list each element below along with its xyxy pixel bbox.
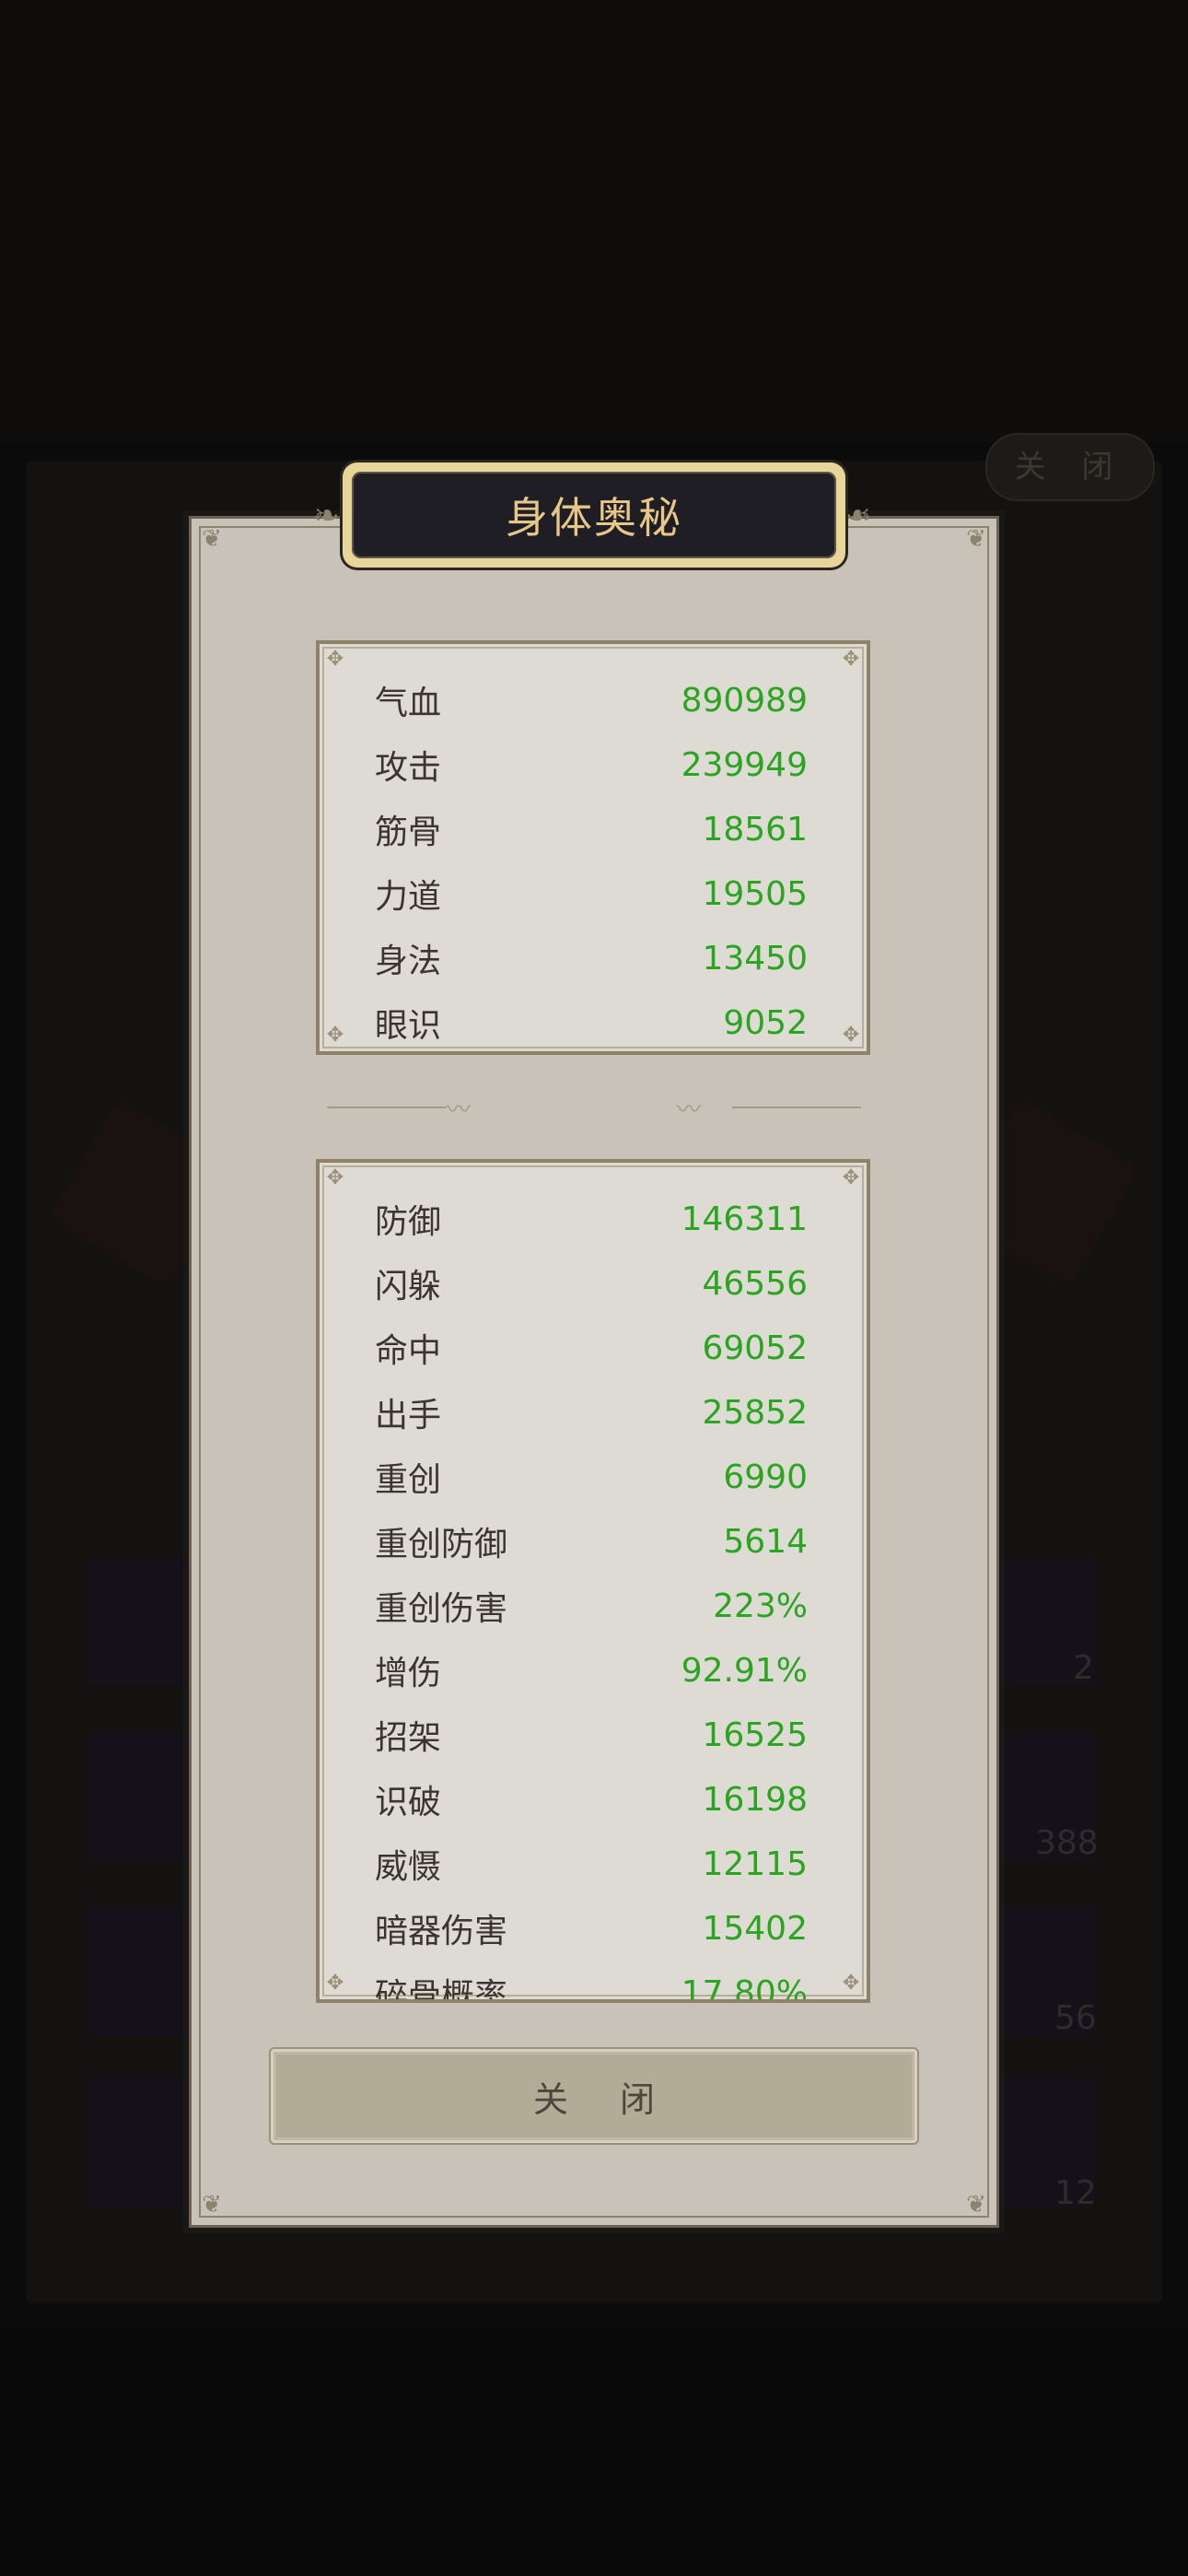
stat-value: 25852: [702, 1393, 808, 1432]
stat-name: 暗器伤害: [375, 1913, 508, 1950]
stat-row-critical-damage: 重创伤害 223%: [375, 1574, 808, 1638]
stat-value: 13450: [702, 939, 808, 978]
stat-row-agility: 身法 13450: [375, 926, 808, 990]
secondary-stats-scroll-panel[interactable]: ✥ ✥ ✥ ✥ 防御 146311 闪躲 46556 命中 69052 出手 2…: [316, 1159, 870, 2003]
stat-value: 9052: [723, 1003, 808, 1042]
stat-row-intimidate: 威慑 12115: [375, 1832, 808, 1896]
background-close-button: 关 闭: [985, 433, 1155, 501]
stat-value: 69052: [702, 1329, 808, 1367]
stat-name: 碎骨概率: [375, 1977, 508, 2003]
stat-name: 气血: [375, 685, 442, 722]
stat-name: 筋骨: [375, 814, 442, 851]
stat-value: 19505: [702, 874, 808, 913]
stat-row-insight: 眼识 9052: [375, 990, 808, 1055]
dialog-title: 身体奥秘: [506, 493, 682, 543]
stat-value: 890989: [681, 681, 808, 720]
title-wing-left-ornament: ❧: [313, 498, 340, 534]
close-button-label: 关 闭: [532, 2078, 676, 2120]
stat-row-strength: 力道 19505: [375, 861, 808, 926]
stat-value: 5614: [723, 1522, 808, 1561]
background-item-tile: [87, 2078, 198, 2207]
stat-row-damage-boost: 增伤 92.91%: [375, 1638, 808, 1703]
stat-row-accuracy: 命中 69052: [375, 1316, 808, 1380]
corner-ornament: ✥: [326, 648, 344, 671]
corner-ornament: ✥: [326, 1024, 344, 1047]
stat-name: 招架: [375, 1719, 442, 1757]
corner-ornament: ✥: [326, 1166, 344, 1189]
stat-name: 识破: [375, 1784, 442, 1821]
background-item-tile: [87, 1732, 198, 1861]
stat-name: 防御: [375, 1203, 442, 1241]
stat-name: 重创: [375, 1461, 442, 1499]
stat-name: 眼识: [375, 1007, 442, 1045]
stat-value: 146311: [681, 1200, 808, 1238]
stat-name: 出手: [375, 1397, 442, 1434]
stat-value: 223%: [713, 1587, 808, 1625]
stat-name: 攻击: [375, 749, 442, 787]
stat-name: 身法: [375, 943, 442, 980]
background-item-count: 56: [1054, 1999, 1097, 2037]
background-item-count: 388: [1035, 1824, 1099, 1862]
stat-name: 增伤: [375, 1655, 442, 1692]
background-item-tile: [87, 1907, 198, 2036]
background-item-count: 12: [1054, 2174, 1097, 2212]
corner-ornament: ✥: [842, 1972, 860, 1995]
corner-ornament: ❦: [966, 2191, 986, 2219]
stat-name: 力道: [375, 878, 442, 916]
corner-ornament: ❦: [966, 525, 986, 553]
stat-row-see-through: 识破 16198: [375, 1767, 808, 1832]
close-button[interactable]: 关 闭: [271, 2049, 917, 2143]
stat-name: 威慑: [375, 1848, 442, 1886]
stat-value: 15402: [702, 1909, 808, 1948]
stat-value: 17.80%: [681, 1973, 808, 2003]
corner-ornament: ❦: [202, 525, 222, 553]
stat-name: 命中: [375, 1332, 442, 1370]
stat-row-hp: 气血 890989: [375, 668, 808, 732]
stat-value: 239949: [681, 745, 808, 784]
dialog-title-plate: 身体奥秘: [343, 463, 845, 568]
stat-value: 16198: [702, 1780, 808, 1819]
stat-row-constitution: 筋骨 18561: [375, 797, 808, 861]
stat-value: 46556: [702, 1264, 808, 1303]
background-header: [0, 0, 1188, 442]
background-item-count: 2: [1073, 1649, 1094, 1687]
background-bottom-bar: [0, 2322, 1188, 2576]
stat-row-parry: 招架 16525: [375, 1703, 808, 1767]
corner-ornament: ✥: [326, 1972, 344, 1995]
stat-row-attack: 攻击 239949: [375, 732, 808, 797]
stat-value: 16525: [702, 1715, 808, 1754]
stat-row-critical-defense: 重创防御 5614: [375, 1509, 808, 1574]
stat-name: 重创防御: [375, 1526, 508, 1563]
stat-row-critical: 重创 6990: [375, 1445, 808, 1509]
stat-row-bone-break-chance: 碎骨概率 17.80%: [375, 1961, 808, 2003]
stat-row-hidden-weapon-damage: 暗器伤害 15402: [375, 1896, 808, 1961]
stat-row-initiative: 出手 25852: [375, 1380, 808, 1445]
stat-row-dodge: 闪躲 46556: [375, 1251, 808, 1316]
stat-value: 92.91%: [681, 1651, 808, 1690]
stat-value: 12115: [702, 1844, 808, 1883]
title-wing-right-ornament: ❧: [845, 498, 872, 534]
corner-ornament: ✥: [842, 648, 860, 671]
corner-ornament: ❦: [202, 2191, 222, 2219]
background-item-tile: [87, 1557, 198, 1686]
corner-ornament: ✥: [842, 1024, 860, 1047]
corner-ornament: ✥: [842, 1166, 860, 1189]
stat-value: 18561: [702, 810, 808, 849]
section-divider: 〰 〰: [327, 1096, 861, 1124]
stat-name: 闪躲: [375, 1268, 442, 1306]
primary-stats-panel: ✥ ✥ ✥ ✥ 气血 890989 攻击 239949 筋骨 18561 力道 …: [316, 640, 870, 1055]
stat-row-defense: 防御 146311: [375, 1187, 808, 1251]
stat-value: 6990: [723, 1458, 808, 1496]
stat-name: 重创伤害: [375, 1590, 508, 1628]
